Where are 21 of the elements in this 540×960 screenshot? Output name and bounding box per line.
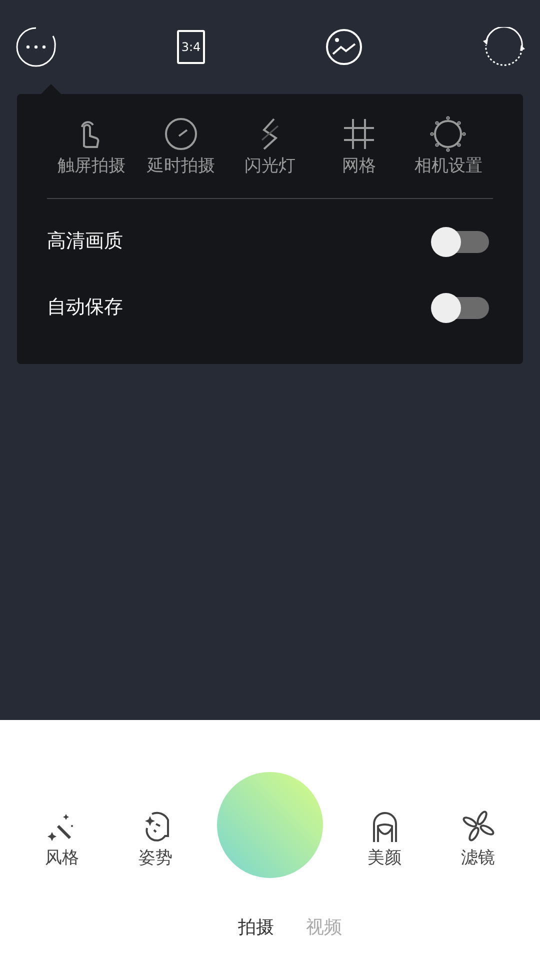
touch-option[interactable]: 触屏拍摄: [47, 116, 136, 180]
timer-option[interactable]: 延时拍摄: [136, 116, 226, 180]
filter-tool[interactable]: 滤镜: [446, 808, 510, 872]
flower-icon: [460, 808, 496, 844]
gallery-button[interactable]: [325, 28, 363, 66]
beauty-tool[interactable]: 美颜: [352, 808, 416, 872]
flash-option[interactable]: 闪光灯: [225, 116, 315, 180]
mode-tab[interactable]: 拍摄: [238, 914, 274, 941]
toggle-switch[interactable]: [431, 226, 489, 256]
grid-option[interactable]: 网格: [314, 116, 404, 180]
clock-icon: [162, 116, 199, 152]
toggle-label: 高清画质: [47, 229, 123, 254]
pose-tool[interactable]: 姿势: [124, 808, 188, 872]
sun-icon: [430, 116, 466, 152]
aspect-ratio-button[interactable]: 3:4: [177, 30, 205, 64]
toggle-label: 自动保存: [47, 295, 123, 320]
more-button[interactable]: [15, 26, 57, 68]
style-tool[interactable]: 风格: [30, 808, 94, 872]
switch-camera-button[interactable]: [483, 27, 525, 67]
settings-option[interactable]: 相机设置: [404, 116, 494, 180]
toggle-switch[interactable]: [431, 292, 489, 322]
